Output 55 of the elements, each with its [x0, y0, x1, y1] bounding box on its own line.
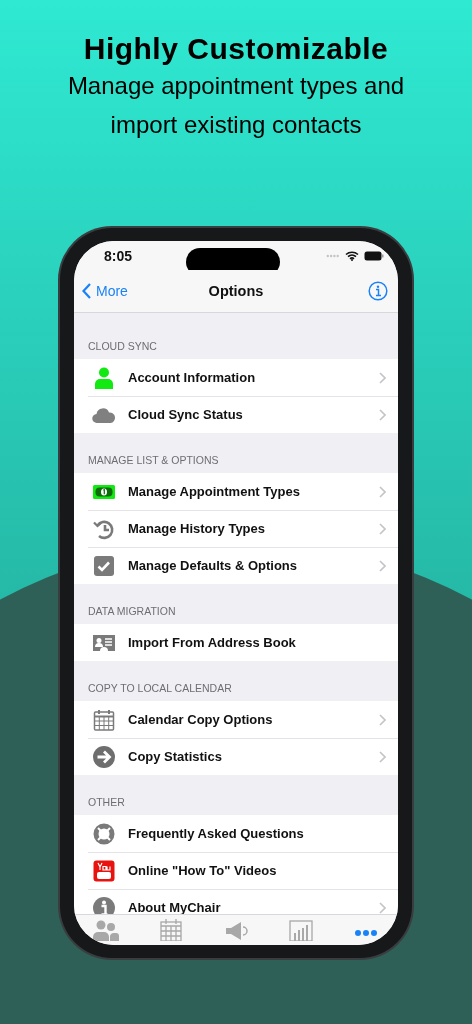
calendar-icon [92, 707, 116, 732]
list-row[interactable]: Copy Statistics [74, 738, 398, 775]
back-chevron-icon [82, 283, 91, 299]
chevron-icon [379, 713, 386, 726]
checkbox-icon [92, 553, 116, 578]
section-header: CLOUD SYNC [88, 340, 157, 352]
info-icon[interactable] [368, 281, 388, 301]
chevron-icon [379, 750, 386, 763]
megaphone-tab-icon[interactable] [223, 919, 249, 941]
chevron-icon [379, 371, 386, 384]
row-label: About MyChair [128, 900, 221, 914]
list-row[interactable]: Online "How To" Videos [74, 852, 398, 889]
row-label: Manage History Types [128, 521, 266, 536]
chevron-icon [379, 408, 386, 421]
chevron-icon [379, 522, 386, 535]
row-label: Copy Statistics [128, 749, 222, 764]
nav-title: Options [208, 283, 264, 299]
list-row[interactable]: Account Information [74, 359, 398, 396]
subtitle: Manage appointment types and import existing contacts [66, 71, 406, 140]
list-row[interactable]: Frequently Asked Questions [74, 815, 398, 852]
chart-tab-icon[interactable] [287, 919, 314, 941]
list-row[interactable]: Import From Address Book [74, 624, 398, 661]
row-label: Online "How To" Videos [128, 863, 277, 878]
section-header: COPY TO LOCAL CALENDAR [88, 682, 232, 694]
wifi-icon [345, 250, 359, 261]
lifebuoy-icon [92, 821, 116, 846]
chevron-icon [379, 559, 386, 572]
list-row[interactable]: Calendar Copy Options [74, 701, 398, 738]
list-row[interactable]: Manage Appointment Types [74, 473, 398, 510]
list-row[interactable]: About MyChair [74, 889, 398, 914]
arrow-circle-icon [92, 744, 116, 769]
person-icon [92, 365, 116, 390]
chevron-icon [379, 901, 386, 914]
section-header: DATA MIGRATION [88, 605, 176, 617]
headline: Highly Customizable [82, 32, 390, 66]
row-label: Frequently Asked Questions [128, 826, 304, 841]
signal-icon [326, 253, 340, 258]
battery-icon [364, 250, 384, 261]
row-label: Account Information [128, 370, 256, 385]
list-row[interactable]: Cloud Sync Status [74, 396, 398, 433]
list-row[interactable]: Manage History Types [74, 510, 398, 547]
row-label: Calendar Copy Options [128, 712, 273, 727]
status-time: 8:05 [104, 247, 133, 264]
chevron-icon [379, 485, 386, 498]
video-icon [92, 858, 116, 883]
section-header: MANAGE LIST & OPTIONS [88, 454, 219, 466]
row-label: Cloud Sync Status [128, 407, 243, 422]
people-tab-icon[interactable] [93, 919, 120, 941]
back-button[interactable]: More [82, 283, 128, 299]
list-row[interactable]: Manage Defaults & Options [74, 547, 398, 584]
calendar-tab-icon[interactable] [158, 919, 185, 941]
row-label: Import From Address Book [128, 635, 296, 650]
row-label: Manage Appointment Types [128, 484, 300, 499]
section-header: OTHER [88, 796, 125, 808]
row-label: Manage Defaults & Options [128, 558, 298, 573]
